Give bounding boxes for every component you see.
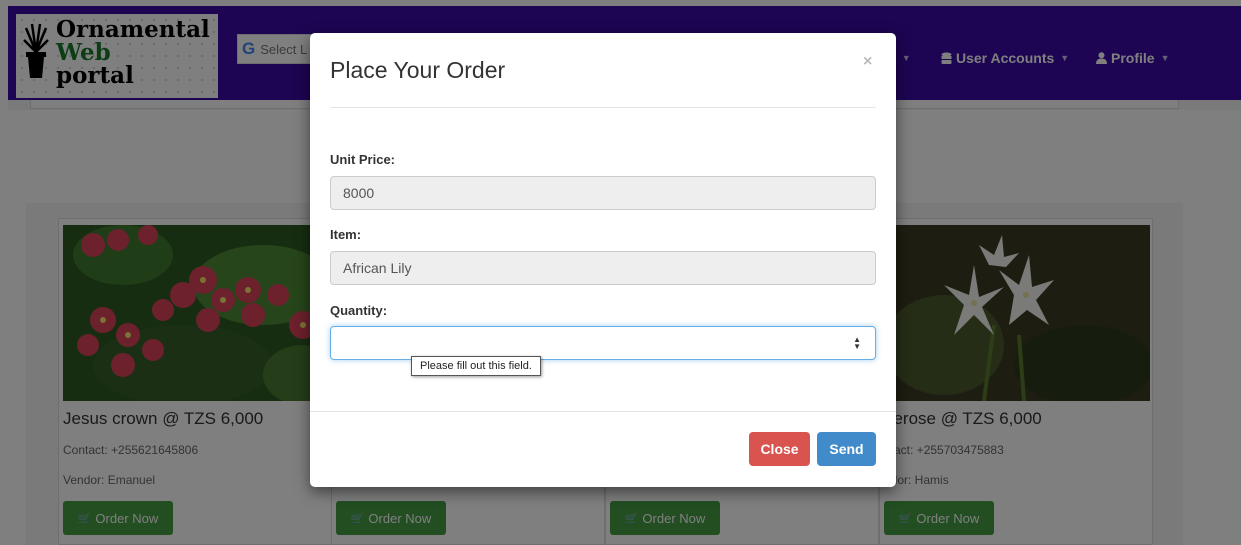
validation-tooltip: Please fill out this field.	[411, 356, 541, 376]
place-order-modal: Place Your Order × Unit Price: 8000 Item…	[310, 33, 896, 487]
number-spinner-icon[interactable]: ▲ ▼	[853, 336, 861, 351]
close-icon[interactable]: ×	[863, 53, 872, 71]
quantity-input[interactable]: ▲ ▼	[330, 326, 876, 360]
item-label: Item:	[330, 227, 362, 242]
unit-price-field[interactable]: 8000	[330, 176, 876, 210]
unit-price-value: 8000	[343, 185, 375, 201]
unit-price-label: Unit Price:	[330, 152, 396, 167]
item-field[interactable]: African Lily	[330, 251, 876, 285]
modal-footer-divider	[310, 411, 896, 412]
item-value: African Lily	[343, 260, 412, 276]
send-button[interactable]: Send	[817, 432, 876, 466]
modal-divider	[330, 107, 876, 108]
modal-title: Place Your Order	[330, 57, 506, 83]
close-button[interactable]: Close	[749, 432, 810, 466]
quantity-label: Quantity:	[330, 303, 388, 318]
